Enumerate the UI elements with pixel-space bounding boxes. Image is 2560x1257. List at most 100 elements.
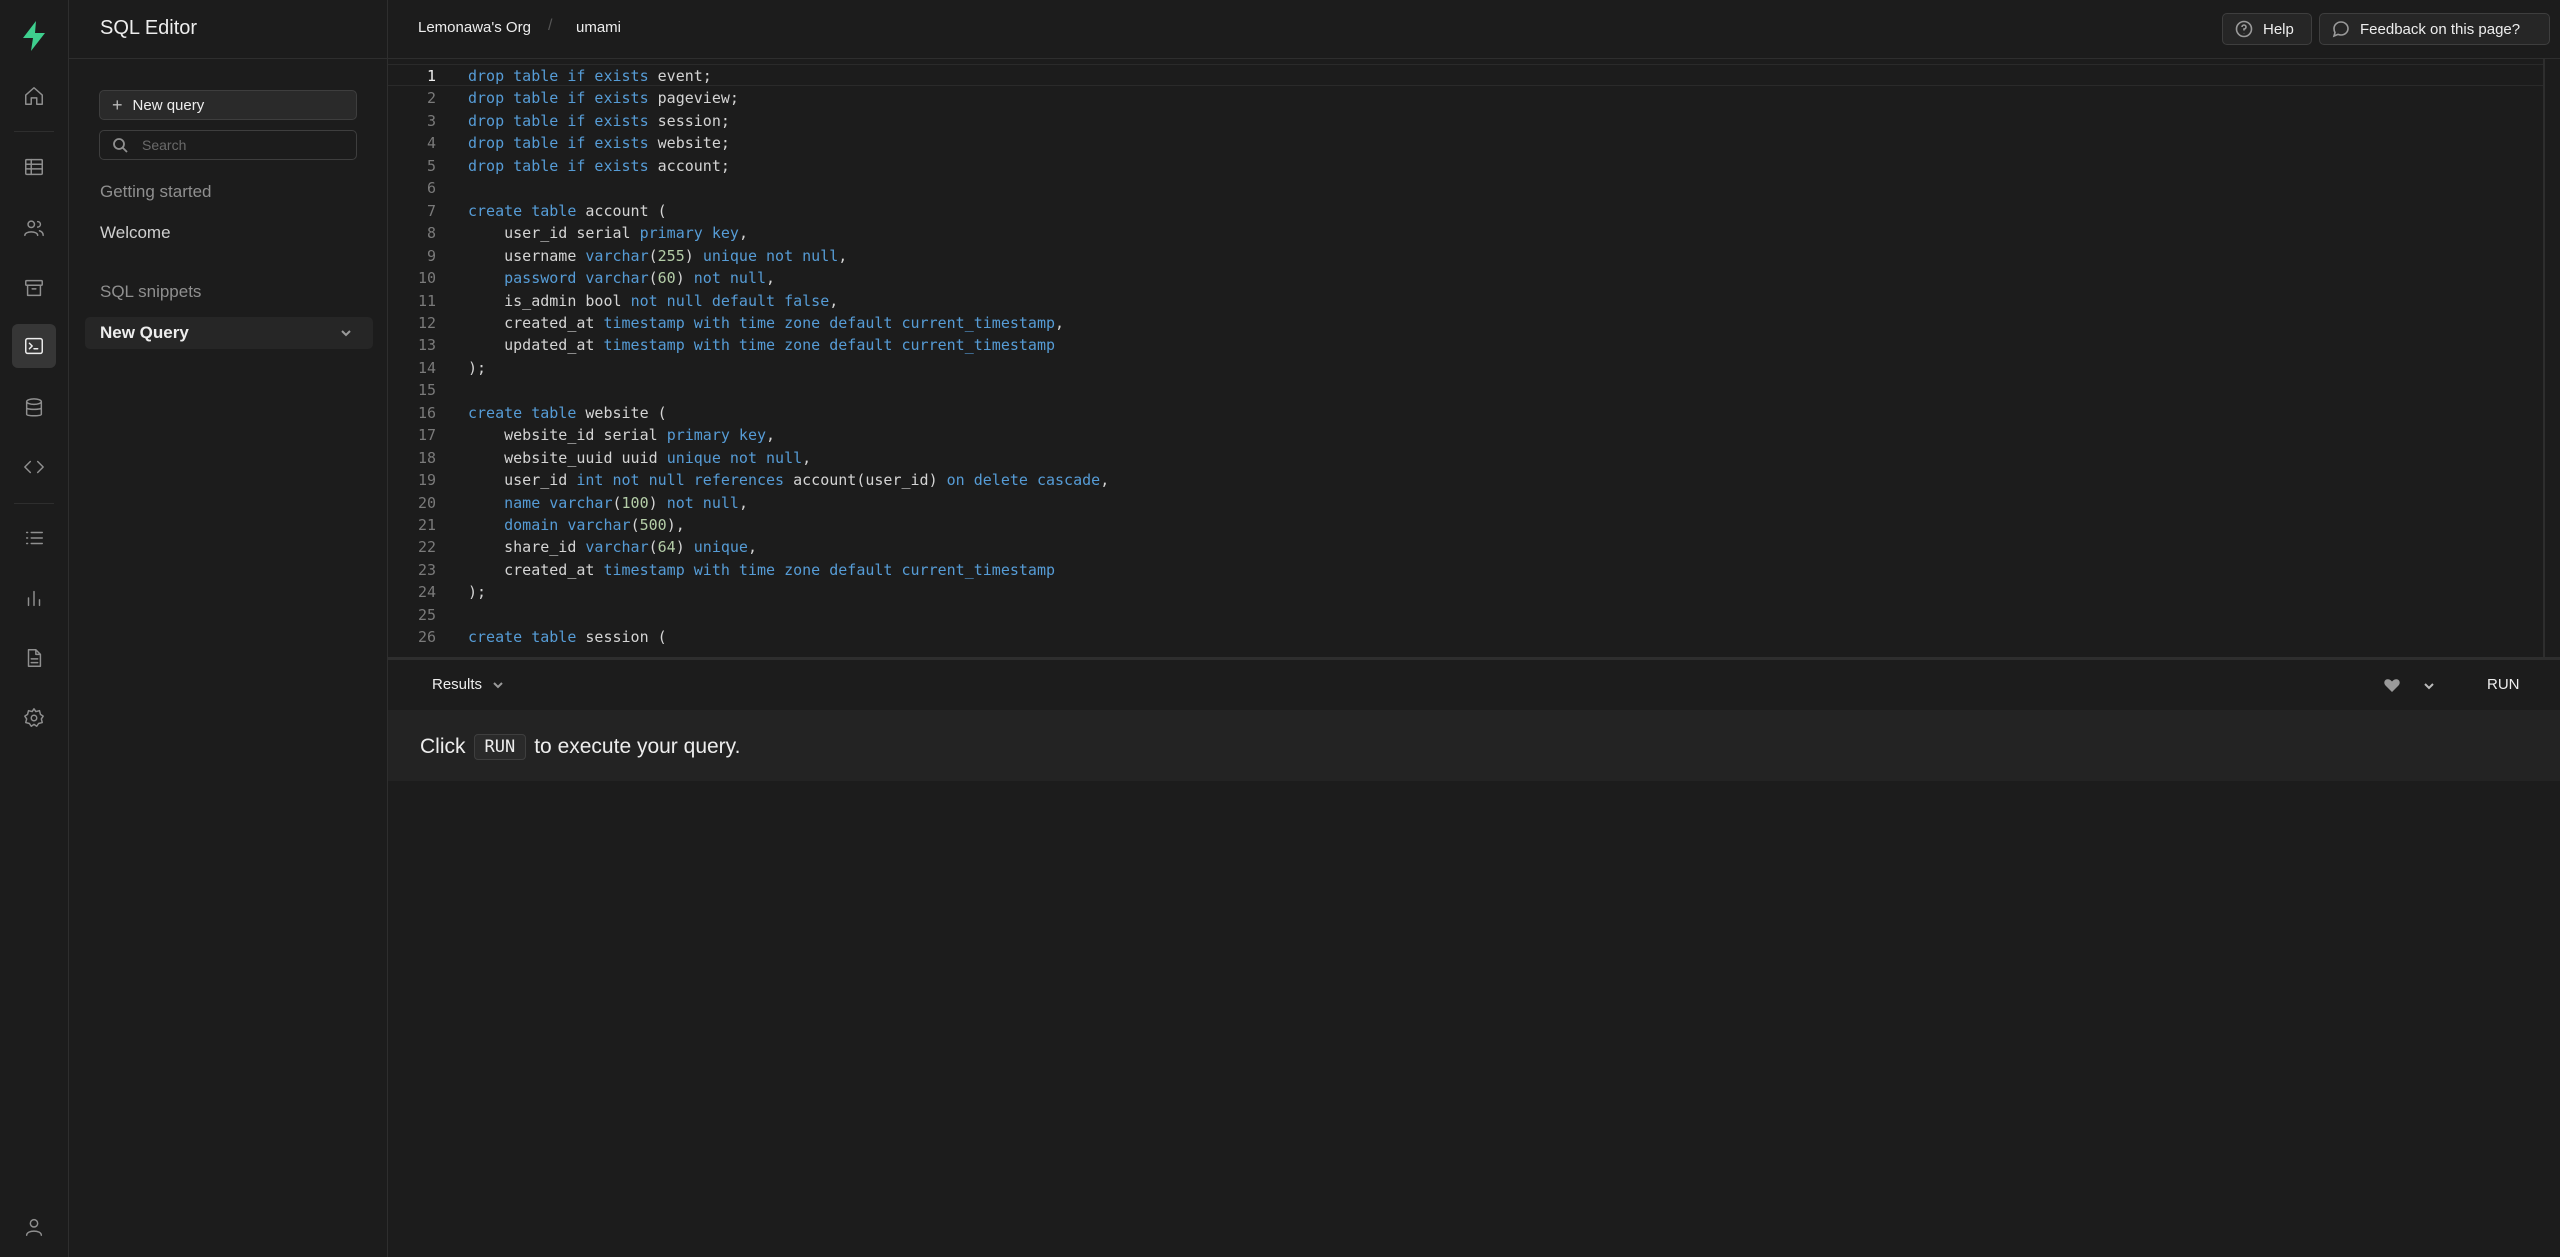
- line-number: 23: [417, 560, 436, 579]
- sql-number: 64: [657, 538, 676, 557]
- code-text: created_at timestamp with time zone defa…: [468, 312, 1064, 334]
- line-number: 24: [417, 583, 436, 602]
- reports-icon[interactable]: [20, 584, 48, 612]
- code-icon[interactable]: [20, 453, 48, 481]
- favorite-heart-icon[interactable]: [2382, 675, 2402, 695]
- sidebar-item-welcome[interactable]: Welcome: [100, 223, 171, 243]
- icon-rail: [0, 0, 69, 1257]
- sql-token: ,: [766, 269, 776, 288]
- sql-keyword: varchar: [585, 538, 649, 557]
- line-number: 12: [417, 313, 436, 332]
- help-button[interactable]: Help: [2222, 13, 2312, 45]
- line-number: 21: [417, 516, 436, 534]
- code-text: create table session (: [468, 626, 667, 648]
- sql-keyword: int not null references: [576, 471, 794, 490]
- breadcrumb-org[interactable]: Lemonawa's Org: [418, 19, 531, 36]
- section-sql-snippets: SQL snippets: [100, 282, 202, 301]
- sql-keyword: primary key: [666, 426, 767, 445]
- users-icon[interactable]: [20, 214, 48, 242]
- sql-keyword: varchar: [585, 246, 649, 265]
- hint-suffix: to execute your query.: [534, 735, 741, 758]
- new-query-button[interactable]: + New query: [99, 90, 357, 120]
- chevron-down-icon[interactable]: [339, 325, 353, 339]
- sql-token: ): [648, 493, 667, 512]
- sql-token: );: [468, 358, 487, 377]
- sql-number: 100: [621, 493, 649, 512]
- storage-icon[interactable]: [20, 274, 48, 302]
- sql-keyword: name varchar: [504, 493, 613, 512]
- code-text: name varchar(100) not null,: [468, 492, 748, 514]
- section-getting-started: Getting started: [100, 182, 212, 201]
- sql-token: pageview;: [657, 89, 739, 108]
- sql-token: ,: [838, 246, 848, 265]
- sql-token: ),: [666, 516, 685, 534]
- line-number: 5: [426, 156, 436, 175]
- sql-editor-icon[interactable]: [12, 324, 56, 368]
- account-icon[interactable]: [20, 1213, 48, 1241]
- database-icon[interactable]: [20, 394, 48, 422]
- sql-token: account(user_id): [793, 471, 947, 490]
- sql-number: 500: [639, 516, 667, 534]
- feedback-button[interactable]: Feedback on this page?: [2319, 13, 2550, 45]
- run-options-chevron-icon[interactable]: [2422, 679, 2436, 693]
- sql-token: website_uuid uuid: [468, 448, 667, 467]
- settings-icon[interactable]: [20, 704, 48, 732]
- sql-number: 255: [657, 246, 685, 265]
- code-text: drop table if exists pageview;: [468, 87, 739, 109]
- sql-keyword: unique not null: [666, 448, 803, 467]
- sql-token: ,: [802, 448, 812, 467]
- chevron-down-icon: [493, 681, 503, 688]
- code-text: user_id int not null references account(…: [468, 469, 1109, 491]
- snippet-item-new-query[interactable]: New Query: [85, 317, 373, 349]
- code-text: drop table if exists website;: [468, 132, 730, 154]
- line-number: 16: [417, 403, 436, 422]
- sql-token: ,: [829, 291, 839, 310]
- feedback-label: Feedback on this page?: [2360, 20, 2521, 38]
- help-icon: [2235, 20, 2253, 38]
- sql-keyword: not null: [693, 269, 767, 288]
- docs-icon[interactable]: [20, 644, 48, 672]
- top-header: Lemonawa's Org / umami Help Feedback on …: [388, 0, 2560, 59]
- results-tab[interactable]: Results: [432, 676, 504, 693]
- code-text: website_uuid uuid unique not null,: [468, 447, 811, 469]
- home-icon[interactable]: [20, 82, 48, 110]
- results-toolbar: Results RUN: [388, 660, 2560, 710]
- code-text: share_id varchar(64) unique,: [468, 536, 757, 558]
- line-number: 4: [426, 134, 436, 153]
- sql-code-editor[interactable]: 1 drop table if exists event; 2 drop table …: [388, 59, 2544, 657]
- sql-keyword: domain varchar: [504, 516, 631, 534]
- sql-token: username: [468, 246, 586, 265]
- breadcrumb-project[interactable]: umami: [576, 19, 621, 36]
- sql-token: user_id serial: [468, 224, 640, 243]
- sql-keyword: unique not null: [702, 246, 839, 265]
- sql-token: ,: [1100, 471, 1110, 490]
- run-button[interactable]: RUN: [2481, 674, 2526, 695]
- line-number: 20: [417, 493, 436, 512]
- search-input[interactable]: [140, 136, 344, 154]
- sql-token: user_id: [468, 471, 577, 490]
- sql-keyword: not null default false: [630, 291, 830, 310]
- logs-icon[interactable]: [20, 524, 48, 552]
- line-number: 13: [417, 336, 436, 355]
- sidebar-title: SQL Editor: [100, 17, 198, 39]
- breadcrumb-separator: /: [548, 17, 553, 34]
- line-number: 9: [426, 246, 436, 265]
- sql-keyword: timestamp with time zone default current…: [603, 336, 1056, 355]
- line-number: 1: [426, 67, 436, 85]
- code-text: created_at timestamp with time zone defa…: [468, 559, 1055, 581]
- sql-token: website (: [585, 403, 667, 422]
- table-editor-icon[interactable]: [20, 153, 48, 181]
- sql-token: ,: [738, 493, 748, 512]
- line-number: 14: [417, 358, 436, 377]
- line-number: 22: [417, 538, 436, 557]
- sql-token: ): [675, 538, 694, 557]
- code-text: drop table if exists event;: [468, 65, 712, 87]
- search-field[interactable]: [99, 130, 357, 160]
- sql-keyword: on delete cascade: [946, 471, 1101, 490]
- line-number: 17: [417, 426, 436, 445]
- supabase-logo-icon[interactable]: [16, 18, 52, 54]
- editor-scrollbar[interactable]: [2543, 59, 2545, 657]
- sql-token: ,: [766, 426, 776, 445]
- rail-divider: [14, 503, 54, 504]
